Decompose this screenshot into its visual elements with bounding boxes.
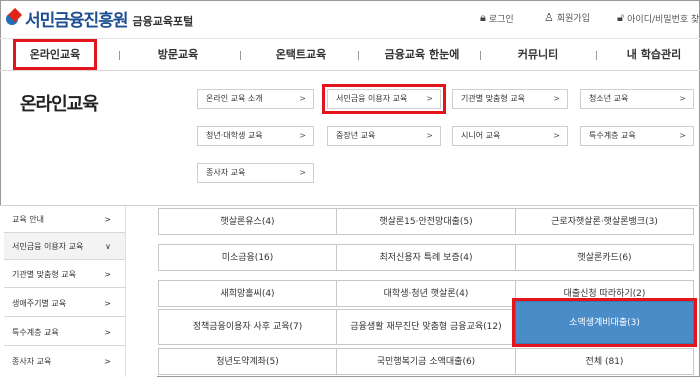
category-label: 서민금융 이용자 교육 [336, 94, 408, 103]
nav-separator [596, 51, 597, 60]
sidebar-item-label: 기관별 맞춤형 교육 [12, 270, 76, 279]
nav-my-learning[interactable]: 내 학습관리 [612, 39, 696, 70]
chevron-right-icon: > [299, 131, 306, 140]
course-cell[interactable]: 청년도약계좌(5) [158, 348, 337, 375]
category-label: 기관별 맞춤형 교육 [461, 94, 525, 103]
portal-name: 금융교육포털 [132, 14, 194, 28]
find-account-label: 아이디/비밀번호 찾 [627, 14, 700, 25]
login-link[interactable]: 🔒︎ 로그인 [480, 11, 514, 25]
sidebar: 교육 안내 > 서민금융 이용자 교육 ∨ 기관별 맞춤형 교육 > 생애주기별 교육… [0, 206, 125, 377]
nav-education-overview[interactable]: 금융교육 한눈에 [372, 39, 472, 70]
nav-separator [480, 51, 481, 60]
category-label: 온라인 교육 소개 [206, 94, 263, 103]
chevron-right-icon: > [553, 94, 560, 103]
panel-title: 온라인교육 [20, 94, 99, 115]
sidebar-item-label: 특수계층 교육 [12, 328, 59, 337]
grid-gutter [125, 206, 157, 377]
lock-icon: 🔒︎ [480, 11, 486, 24]
person-add-icon: ♙ [544, 11, 554, 24]
category-online-intro[interactable]: 온라인 교육 소개 > [197, 89, 314, 109]
chevron-right-icon: > [104, 270, 111, 279]
chevron-right-icon: > [426, 94, 433, 103]
chevron-right-icon: > [299, 94, 306, 103]
nav-online-education[interactable]: 온라인교육 [13, 39, 97, 70]
chevron-right-icon: > [299, 168, 306, 177]
find-account-link[interactable]: 🔓︎ 아이디/비밀번호 찾 [617, 11, 699, 25]
category-user-education[interactable]: 서민금융 이용자 교육 > [322, 84, 446, 114]
sidebar-item-label: 서민금융 이용자 교육 [12, 242, 84, 251]
sidebar-item-practitioner[interactable]: 종사자 교육 > [4, 348, 125, 375]
course-cell[interactable]: 대학생·청년 햇살론(4) [336, 280, 516, 307]
course-cell[interactable]: 금융생활 재무진단 맞춤형 금융교육(12) [336, 309, 516, 345]
category-label: 종사자 교육 [206, 168, 246, 177]
sidebar-item-label: 생애주기별 교육 [12, 299, 67, 308]
sidebar-item-label: 교육 안내 [12, 215, 44, 224]
category-young-adult[interactable]: 청년·대학생 교육 > [197, 126, 314, 146]
course-cell[interactable]: 새희망홀씨(4) [158, 280, 337, 307]
category-practitioner[interactable]: 종사자 교육 > [197, 163, 314, 183]
course-cell[interactable]: 근로자햇살론·햇살론뱅크(3) [515, 208, 694, 235]
site-logo[interactable]: 서민금융진흥원 금융교육포털 [6, 6, 193, 31]
course-cell[interactable]: 햇살론유스(4) [158, 208, 337, 235]
course-cell[interactable]: 국민행복기금 소액대출(6) [336, 348, 516, 375]
nav-community[interactable]: 커뮤니티 [500, 39, 576, 70]
category-panel: 온라인교육 온라인 교육 소개 > 서민금융 이용자 교육 > 기관별 맞춤형 교육… [0, 72, 700, 204]
logo-mark-icon [6, 7, 23, 28]
nav-separator [119, 51, 120, 60]
course-cell[interactable]: 정책금융이용자 사후 교육(7) [158, 309, 337, 345]
chevron-right-icon: > [679, 94, 686, 103]
signup-link[interactable]: ♙ 회원가입 [544, 11, 590, 24]
logo-text: 서민금융진흥원 [25, 11, 128, 31]
sidebar-item-user-education[interactable]: 서민금융 이용자 교육 ∨ [4, 233, 125, 260]
course-cell-selected[interactable]: 소액생계비대출(3) [512, 298, 697, 347]
course-cell[interactable]: 햇살론15·안전망대출(5) [336, 208, 516, 235]
chevron-right-icon: > [104, 299, 111, 308]
nav-visit-education[interactable]: 방문교육 [138, 39, 218, 70]
course-cell[interactable]: 미소금융(16) [158, 244, 337, 271]
login-label: 로그인 [488, 14, 514, 25]
category-label: 청소년 교육 [589, 94, 629, 103]
signup-label: 회원가입 [556, 14, 590, 24]
course-section: 교육 안내 > 서민금융 이용자 교육 ∨ 기관별 맞춤형 교육 > 생애주기별 교육… [0, 205, 700, 377]
nav-separator [240, 51, 241, 60]
category-label: 특수계층 교육 [589, 131, 636, 140]
course-cell[interactable]: 햇살론카드(6) [515, 244, 694, 271]
nav-separator [358, 51, 359, 60]
category-senior[interactable]: 시니어 교육 > [452, 126, 568, 146]
chevron-right-icon: > [104, 215, 111, 224]
chevron-right-icon: > [426, 131, 433, 140]
chevron-right-icon: > [104, 328, 111, 337]
top-bar: 서민금융진흥원 금융교육포털 🔒︎ 로그인 ♙ 회원가입 🔓︎ 아이디/비밀번호… [0, 0, 700, 38]
category-label: 중장년 교육 [336, 131, 376, 140]
chevron-right-icon: > [104, 357, 111, 366]
sidebar-item-institution[interactable]: 기관별 맞춤형 교육 > [4, 261, 125, 288]
nav-ontact-education[interactable]: 온택트교육 [258, 39, 344, 70]
key-lock-icon: 🔓︎ [617, 11, 625, 24]
chevron-down-icon: ∨ [105, 242, 111, 251]
sidebar-item-label: 종사자 교육 [12, 357, 52, 366]
sidebar-item-lifecycle[interactable]: 생애주기별 교육 > [4, 290, 125, 317]
sidebar-item-special-class[interactable]: 특수계층 교육 > [4, 319, 125, 346]
category-middle-aged[interactable]: 중장년 교육 > [327, 126, 441, 146]
category-label: 시니어 교육 [461, 131, 501, 140]
category-youth[interactable]: 청소년 교육 > [580, 89, 694, 109]
course-cell[interactable]: 최저신용자 특례 보증(4) [336, 244, 516, 271]
chevron-right-icon: > [679, 131, 686, 140]
sidebar-item-guide[interactable]: 교육 안내 > [4, 206, 125, 233]
main-nav: 온라인교육 방문교육 온택트교육 금융교육 한눈에 커뮤니티 내 학습관리 [0, 38, 700, 71]
category-special-class[interactable]: 특수계층 교육 > [580, 126, 694, 146]
category-label: 청년·대학생 교육 [206, 131, 263, 140]
course-cell[interactable]: 전체 (81) [515, 348, 694, 375]
chevron-right-icon: > [553, 131, 560, 140]
category-institution[interactable]: 기관별 맞춤형 교육 > [452, 89, 568, 109]
